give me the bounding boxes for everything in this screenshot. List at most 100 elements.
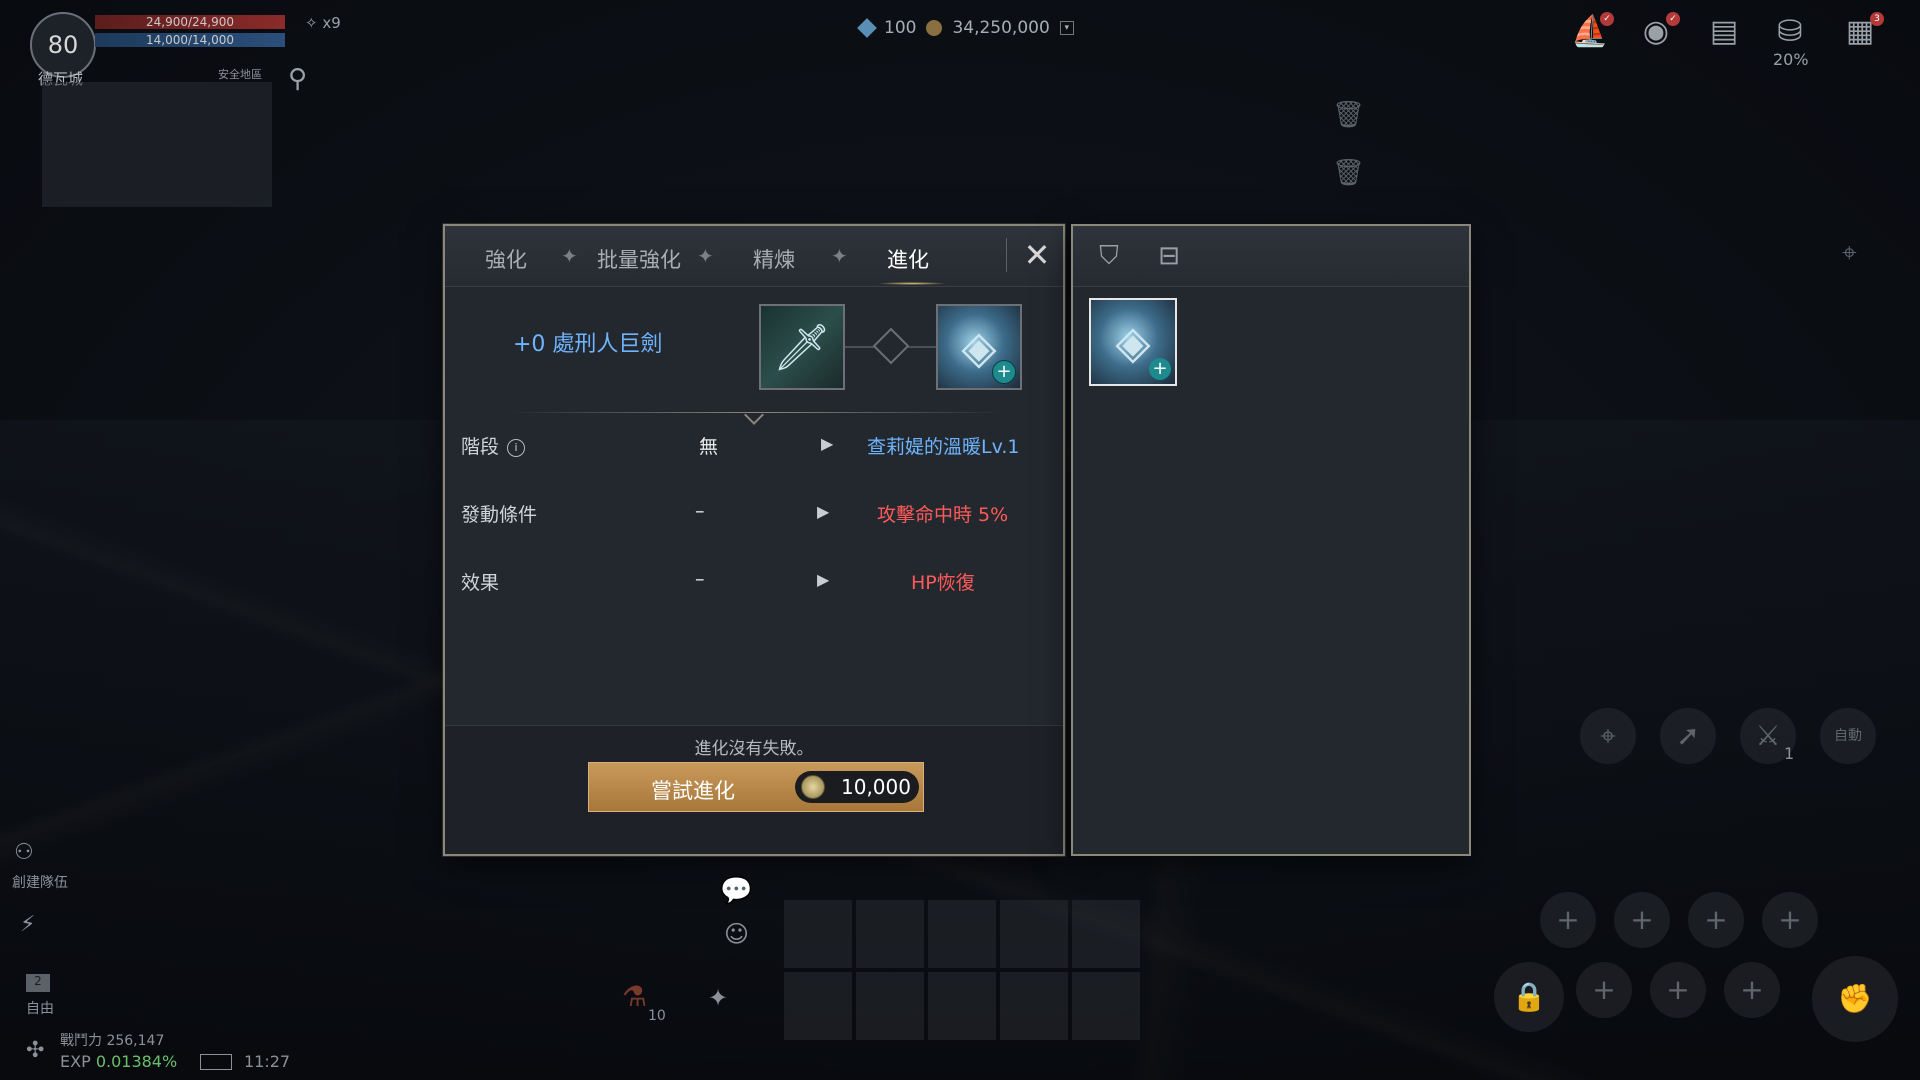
- card-icon[interactable]: ▤: [1702, 12, 1746, 52]
- free-label[interactable]: 自由: [26, 998, 54, 1018]
- tab-evolve[interactable]: 進化: [887, 244, 929, 274]
- quickslot[interactable]: [1072, 900, 1140, 968]
- hp-bar: 24,900/24,900: [95, 15, 285, 29]
- inventory-slot[interactable]: ◈ +: [1089, 298, 1177, 386]
- quickslot[interactable]: [928, 900, 996, 968]
- combat-label: 戰鬥力: [60, 1033, 102, 1049]
- add-icon: +: [992, 360, 1016, 384]
- material-slot[interactable]: ◈ +: [936, 304, 1022, 390]
- exp-display: EXP 0.01384%: [60, 1052, 177, 1071]
- eye-icon[interactable]: ◉ ✓: [1634, 12, 1680, 52]
- potion-count: 10: [648, 1008, 666, 1024]
- arrow-right-icon: ▶: [817, 502, 830, 521]
- create-team-label: 創建隊伍: [12, 875, 68, 891]
- skill-slot-add[interactable]: +: [1688, 892, 1744, 948]
- notification-dot: ✓: [1600, 12, 1614, 26]
- skill-slot-add[interactable]: +: [1576, 962, 1632, 1018]
- battery-icon: [200, 1054, 232, 1070]
- notification-dot: ✓: [1666, 12, 1680, 26]
- arrow-right-icon: ▶: [821, 434, 834, 453]
- bag-icon[interactable]: ⛁: [1768, 12, 1812, 52]
- inventory-header: ⛉ ⊟: [1073, 226, 1469, 287]
- trash-all-icon[interactable]: 🗑: [1332, 158, 1365, 188]
- buff-count: x9: [322, 14, 341, 32]
- exp-label: EXP: [60, 1052, 91, 1071]
- combat-value: 256,147: [106, 1033, 165, 1049]
- hp-value: 24,900/24,900: [145, 15, 235, 29]
- location-pin-icon[interactable]: ⚲: [288, 64, 310, 96]
- tab-enhance[interactable]: 強化: [485, 244, 527, 274]
- potion-icon[interactable]: ⚗: [622, 980, 647, 1013]
- chest-filter-icon[interactable]: ⊟: [1153, 240, 1185, 272]
- item-name: +0 處刑人巨劍: [513, 332, 663, 357]
- mail-badge: 3: [1870, 12, 1884, 26]
- combat-power: 戰鬥力 256,147: [60, 1030, 164, 1050]
- cost-value: 10,000: [841, 775, 911, 799]
- safe-zone-label: 安全地區: [218, 68, 262, 81]
- compass-icon[interactable]: ✣: [26, 1038, 44, 1063]
- weapon-slot[interactable]: 🗡: [759, 304, 845, 390]
- quickslot[interactable]: [856, 900, 924, 968]
- auto-button[interactable]: 自動: [1820, 708, 1876, 764]
- quickslot[interactable]: [856, 972, 924, 1040]
- scroll-icon[interactable]: ✦: [708, 984, 728, 1012]
- target-icon[interactable]: ⌖: [1842, 238, 1857, 269]
- skill-slot-add[interactable]: +: [1614, 892, 1670, 948]
- level-value: 80: [47, 31, 79, 59]
- buff-icon: ✧: [305, 14, 323, 32]
- emote-icon[interactable]: ☺: [724, 920, 749, 948]
- connector-diamond-icon: [872, 327, 910, 365]
- ship-icon[interactable]: ⛵ ✓: [1568, 12, 1614, 52]
- row-label-condition: 發動條件: [461, 504, 538, 526]
- tab-batch-enhance[interactable]: 批量強化: [597, 244, 681, 274]
- currency-dropdown-icon[interactable]: ▾: [1059, 21, 1074, 35]
- lock-icon[interactable]: 🔒: [1494, 962, 1564, 1032]
- evolution-panel: 強化 ✦ 批量強化 ✦ 精煉 ✦ 進化 ✕ +0 處刑人巨劍 🗡 ◈ + 階段 i…: [443, 224, 1065, 856]
- tab-separator-icon: ✦: [561, 244, 578, 268]
- skill-slot-add[interactable]: +: [1724, 962, 1780, 1018]
- effect-current: –: [695, 568, 705, 590]
- gold-icon: [926, 20, 943, 36]
- skill-slot-add[interactable]: +: [1762, 892, 1818, 948]
- quickslot[interactable]: [928, 972, 996, 1040]
- chat-icon[interactable]: 💬: [720, 876, 752, 906]
- row-label-effect: 效果: [461, 572, 500, 594]
- close-icon[interactable]: ✕: [1021, 239, 1053, 272]
- evolve-note: 進化沒有失敗。: [694, 739, 814, 759]
- quickslot[interactable]: [1072, 972, 1140, 1040]
- free-count: 2: [26, 974, 50, 992]
- tab-separator-icon: ✦: [697, 244, 714, 268]
- dash-icon[interactable]: ➚: [1660, 708, 1716, 764]
- info-icon[interactable]: i: [507, 438, 526, 457]
- exp-value: 0.01384%: [95, 1052, 178, 1071]
- helmet-filter-icon[interactable]: ⛉: [1093, 240, 1125, 272]
- quickslot[interactable]: [1000, 972, 1068, 1040]
- quickslot[interactable]: [784, 972, 852, 1040]
- add-icon: +: [1149, 358, 1171, 380]
- arrow-right-icon: ▶: [817, 570, 830, 589]
- target-lock-icon[interactable]: ⌖: [1580, 708, 1636, 764]
- effect-next: HP恢復: [911, 572, 975, 594]
- condition-next: 攻擊命中時 5%: [877, 504, 1009, 526]
- diamond-icon: [857, 18, 877, 38]
- battery-saver-icon[interactable]: ⚡: [20, 912, 35, 937]
- quickslot[interactable]: [1000, 900, 1068, 968]
- bag-weight: 20%: [1773, 50, 1809, 69]
- trash-icon[interactable]: 🗑: [1332, 100, 1365, 130]
- sword-icon: 🗡: [772, 319, 832, 374]
- attack-icon[interactable]: ✊: [1812, 956, 1898, 1042]
- team-icon[interactable]: ⚇: [14, 840, 34, 865]
- divider-ornament: [744, 405, 764, 425]
- skill-count: 1: [1784, 744, 1795, 763]
- gold-coin-icon: [801, 775, 825, 799]
- quickslot[interactable]: [784, 900, 852, 968]
- diamond-count: 100: [884, 18, 917, 38]
- menu-grid-icon[interactable]: ▦ 3: [1838, 12, 1884, 52]
- skill-slot-add[interactable]: +: [1650, 962, 1706, 1018]
- buff-indicator[interactable]: ✧ x9: [305, 14, 341, 32]
- minimap[interactable]: [42, 82, 272, 207]
- quickslot-grid: [784, 900, 1140, 1040]
- try-evolve-button[interactable]: 嘗試進化 10,000: [588, 762, 924, 812]
- tab-refine[interactable]: 精煉: [753, 244, 795, 274]
- skill-slot-add[interactable]: +: [1540, 892, 1596, 948]
